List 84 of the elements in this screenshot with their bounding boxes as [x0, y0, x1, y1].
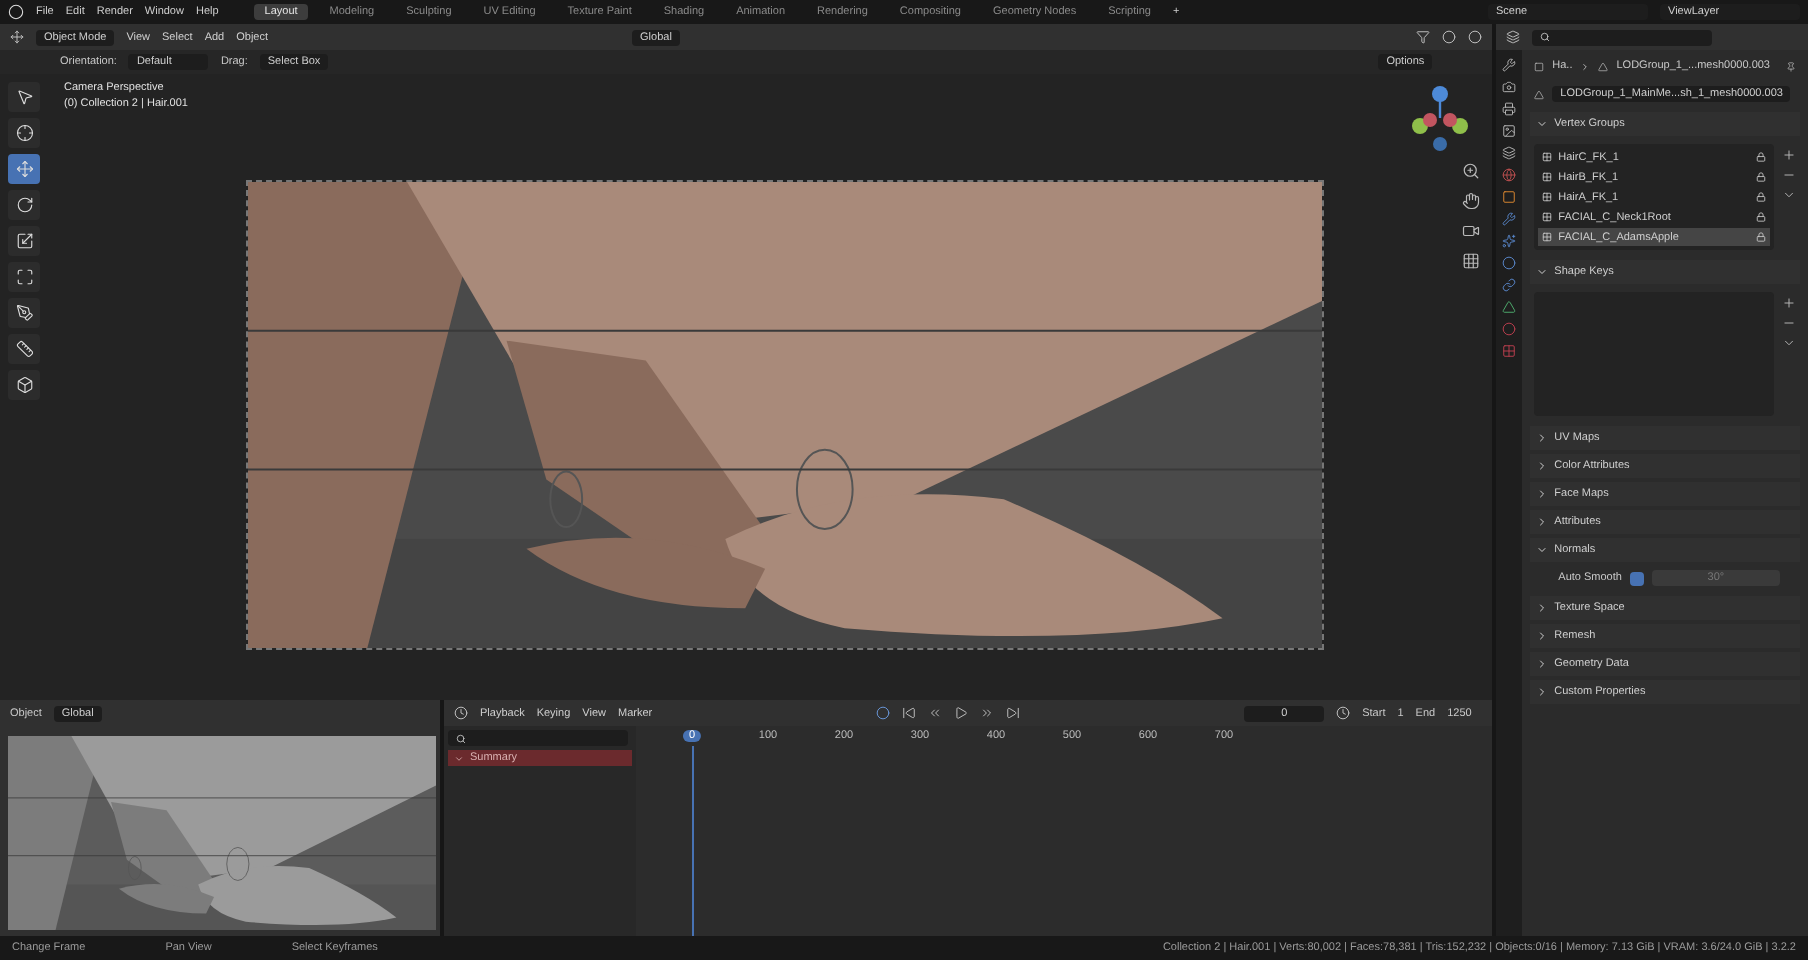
- link-icon[interactable]: [1502, 278, 1517, 292]
- pen-icon: [15, 304, 33, 322]
- search-icon: [456, 733, 466, 743]
- forward-icon[interactable]: [980, 706, 995, 720]
- search-field[interactable]: [1532, 29, 1713, 45]
- tool-button[interactable]: [8, 262, 40, 292]
- square-icon[interactable]: [1502, 190, 1517, 204]
- chevron-right-icon: [1580, 61, 1591, 71]
- globe-icon[interactable]: [1502, 168, 1517, 182]
- editor-type-icon[interactable]: [1506, 30, 1521, 44]
- chevron-icon[interactable]: [1782, 336, 1796, 350]
- mesh-icon: [1534, 89, 1545, 99]
- lock-icon[interactable]: [1756, 172, 1766, 182]
- clock-icon[interactable]: [454, 706, 468, 720]
- rotate-icon: [15, 196, 33, 214]
- layers-icon[interactable]: [1502, 146, 1517, 160]
- lock-icon[interactable]: [1756, 232, 1766, 242]
- grid-icon: [1542, 232, 1553, 242]
- clock-icon[interactable]: [1336, 706, 1351, 720]
- chevron-right-icon: [1536, 460, 1549, 472]
- tool-button[interactable]: [8, 334, 40, 364]
- chevron-down-icon: [1536, 118, 1549, 130]
- tool-button[interactable]: [8, 190, 40, 220]
- play-icon[interactable]: [954, 706, 969, 720]
- remove-icon[interactable]: [1782, 316, 1796, 330]
- filter-icon[interactable]: [1416, 30, 1431, 44]
- skip-forward-icon[interactable]: [1006, 706, 1021, 720]
- cube-icon: [15, 376, 33, 394]
- grid-icon: [1542, 152, 1553, 162]
- rewind-icon[interactable]: [928, 706, 943, 720]
- chevron-right-icon: [1536, 630, 1549, 642]
- tool-button[interactable]: [8, 370, 40, 400]
- scale-icon: [15, 232, 33, 250]
- wrench-icon[interactable]: [1502, 212, 1517, 226]
- wrench-icon[interactable]: [1502, 58, 1517, 72]
- chevron-right-icon: [1536, 658, 1549, 670]
- object-icon: [1534, 61, 1545, 71]
- chevron-right-icon: [1536, 488, 1549, 500]
- logo-icon[interactable]: [8, 4, 24, 20]
- checkbox[interactable]: [1629, 571, 1644, 585]
- chevron-down-icon: [1536, 266, 1549, 278]
- lock-icon[interactable]: [1756, 212, 1766, 222]
- camera-icon[interactable]: [1462, 222, 1481, 240]
- lock-icon[interactable]: [1756, 192, 1766, 202]
- remove-icon[interactable]: [1782, 168, 1796, 182]
- tool-button[interactable]: [8, 298, 40, 328]
- chevron-icon[interactable]: [1782, 188, 1796, 202]
- chevron-down-icon: [454, 753, 464, 763]
- ruler-icon: [15, 340, 33, 358]
- lock-icon[interactable]: [1756, 152, 1766, 162]
- camera-icon[interactable]: [1502, 80, 1517, 94]
- circle-icon[interactable]: [1502, 256, 1517, 270]
- mesh-icon: [1598, 61, 1609, 71]
- grid-icon: [1542, 192, 1553, 202]
- chevron-right-icon: [1536, 686, 1549, 698]
- move-icon: [15, 160, 33, 178]
- chevron-right-icon: [1536, 432, 1549, 444]
- record-icon[interactable]: [876, 706, 891, 720]
- grid-icon: [1542, 212, 1553, 222]
- tool-button[interactable]: [8, 118, 40, 148]
- editor-type-icon[interactable]: [10, 30, 24, 44]
- image-icon[interactable]: [1502, 124, 1517, 138]
- zoom-icon[interactable]: [1462, 162, 1481, 180]
- hand-icon[interactable]: [1462, 192, 1481, 210]
- chevron-down-icon: [1536, 544, 1549, 556]
- transform-icon: [15, 268, 33, 286]
- search-field[interactable]: [448, 730, 628, 746]
- circle-icon[interactable]: [1502, 322, 1517, 336]
- search-icon: [1540, 32, 1551, 42]
- chevron-right-icon: [1536, 516, 1549, 528]
- add-icon[interactable]: [1782, 148, 1796, 162]
- tool-button[interactable]: [8, 82, 40, 112]
- add-icon[interactable]: [1782, 296, 1796, 310]
- tool-button[interactable]: [8, 226, 40, 256]
- pin-icon[interactable]: [1786, 61, 1796, 71]
- grid-icon: [1542, 172, 1553, 182]
- printer-icon[interactable]: [1502, 102, 1517, 116]
- skip-back-icon[interactable]: [902, 706, 917, 720]
- chevron-right-icon: [1536, 602, 1549, 614]
- cursor-icon: [15, 88, 33, 106]
- triangle-icon[interactable]: [1502, 300, 1517, 314]
- sparkles-icon[interactable]: [1502, 234, 1517, 248]
- crosshair-icon: [15, 124, 33, 142]
- grid-icon[interactable]: [1462, 252, 1481, 270]
